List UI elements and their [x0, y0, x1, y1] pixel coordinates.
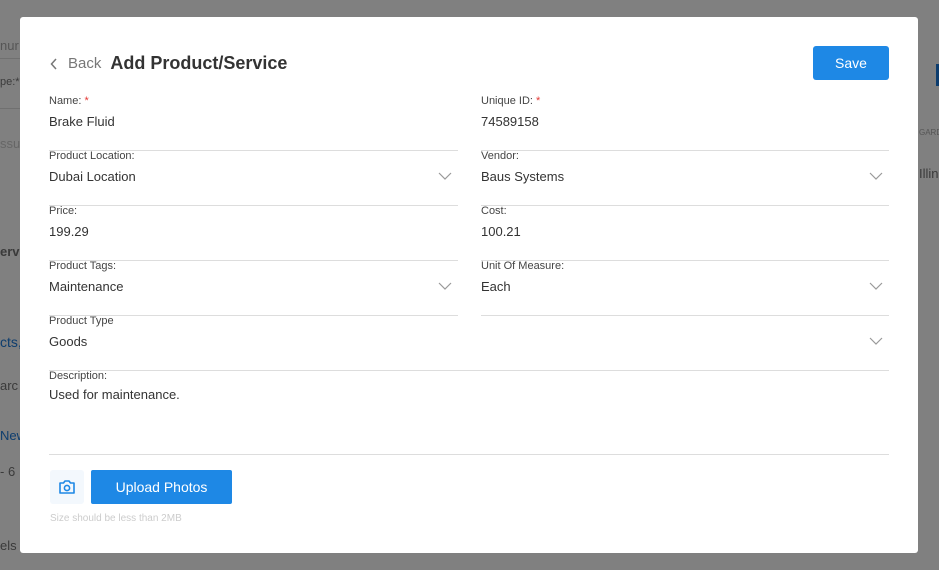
bg-text: Illinc [919, 166, 939, 181]
chevron-down-icon [438, 172, 452, 180]
cost-field[interactable]: Cost: 100.21 [481, 205, 889, 261]
required-marker: * [84, 95, 89, 107]
upload-hint: Size should be less than 2MB [50, 513, 182, 524]
bg-text: pe:* [0, 76, 20, 88]
vendor-label: Vendor: [481, 150, 519, 162]
product-tags-select[interactable]: Product Tags: Maintenance [49, 260, 458, 316]
unique-id-input[interactable]: 74589158 [481, 114, 539, 129]
bg-text: cts, [0, 334, 22, 350]
bg-text: nur [0, 38, 19, 53]
description-textarea[interactable]: Used for maintenance. [49, 387, 180, 402]
page-title: Add Product/Service [110, 53, 288, 73]
bg-text: els [0, 538, 17, 553]
product-location-label: Product Location: [49, 150, 135, 162]
chevron-down-icon [869, 337, 883, 345]
add-product-modal: Back Add Product/Service Save Name: * Br… [20, 17, 918, 553]
unit-of-measure-select[interactable]: Unit Of Measure: Each [481, 260, 889, 316]
chevron-down-icon [869, 282, 883, 290]
cost-input[interactable]: 100.21 [481, 224, 521, 239]
chevron-down-icon [869, 172, 883, 180]
name-input[interactable]: Brake Fluid [49, 114, 115, 129]
product-type-select[interactable]: Product Type Goods [49, 315, 889, 371]
save-button[interactable]: Save [813, 46, 889, 80]
product-location-value: Dubai Location [49, 169, 136, 184]
unique-id-field[interactable]: Unique ID: * 74589158 [481, 95, 889, 151]
cost-label: Cost: [481, 205, 507, 217]
back-button[interactable]: Back [50, 55, 101, 72]
product-type-label: Product Type [49, 315, 114, 327]
unit-of-measure-label: Unit Of Measure: [481, 260, 565, 272]
description-label: Description: [49, 370, 108, 382]
chevron-left-icon [50, 57, 57, 70]
chevron-down-icon [438, 282, 452, 290]
name-label: Name: [49, 95, 82, 107]
description-field[interactable]: Description: Used for maintenance. [49, 370, 889, 455]
unit-of-measure-value: Each [481, 279, 511, 294]
price-field[interactable]: Price: 199.29 [49, 205, 458, 261]
product-tags-value: Maintenance [49, 279, 124, 294]
product-tags-label: Product Tags: [49, 260, 117, 272]
bg-text: GARD [919, 128, 939, 137]
name-field[interactable]: Name: * Brake Fluid [49, 95, 458, 151]
price-label: Price: [49, 205, 78, 217]
required-marker: * [536, 95, 541, 107]
camera-button[interactable] [50, 470, 84, 504]
bg-text: - 6 [0, 464, 16, 479]
back-label: Back [68, 55, 102, 72]
product-location-select[interactable]: Product Location: Dubai Location [49, 150, 458, 206]
price-input[interactable]: 199.29 [49, 224, 89, 239]
modal-header: Back Add Product/Service [50, 53, 287, 74]
vendor-select[interactable]: Vendor: Baus Systems [481, 150, 889, 206]
product-type-value: Goods [49, 334, 88, 349]
camera-icon [59, 480, 75, 494]
vendor-value: Baus Systems [481, 169, 565, 184]
unique-id-label: Unique ID: [481, 95, 533, 107]
bg-text: arc [0, 378, 19, 393]
upload-photos-button[interactable]: Upload Photos [91, 470, 232, 504]
